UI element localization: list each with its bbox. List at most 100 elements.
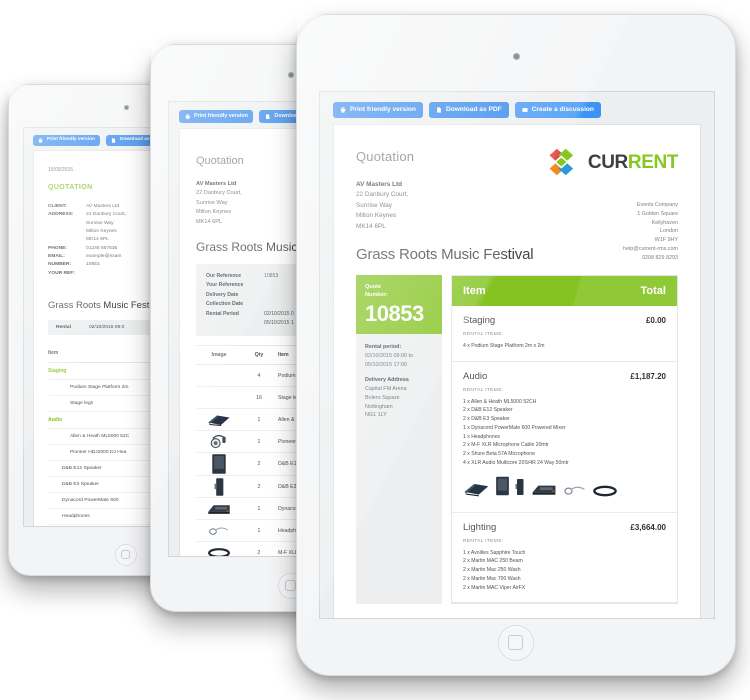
item-thumbnail: [196, 433, 242, 451]
print-friendly-button[interactable]: Print friendly version: [179, 110, 254, 123]
logo-wordmark: CURRENT: [588, 153, 678, 172]
tablet-mockup-scene: Print friendly version Download as PDF 1…: [0, 0, 750, 700]
field-key: [48, 236, 86, 244]
customer-line1: 22 Danbury Court,: [356, 191, 409, 199]
field-key: NUMBER:: [48, 262, 72, 268]
create-discussion-button[interactable]: Create a discussion: [514, 102, 601, 118]
create-discussion-label: Create a discussion: [531, 105, 594, 113]
item-qty: 1: [257, 416, 261, 423]
header-qty: Qty: [254, 352, 264, 359]
company-address: Events Company 1 Golden Square Kellyhave…: [623, 201, 678, 262]
print-friendly-button[interactable]: Print friendly version: [333, 102, 423, 118]
item-qty: 2: [257, 483, 261, 490]
field-key: PHONE:: [48, 245, 68, 251]
group-total: £3,664.00: [630, 522, 666, 532]
item-thumbnail-headphones: [563, 484, 587, 502]
print-friendly-label: Print friendly version: [194, 112, 248, 119]
group-total: £1,187.20: [630, 371, 666, 381]
table-header-row: Item Total: [452, 275, 677, 306]
group-total: £0.00: [645, 315, 666, 325]
item-qty: 1: [257, 438, 261, 445]
list-item: 4 x Podium Stage Platform 2m x 2m: [463, 342, 545, 349]
document-page-main: Quotation CURRENT AV Masters Ltd 22 Danb…: [333, 124, 701, 618]
list-item: 1 x Dynacord PowerMate 600 Powered Mixer: [463, 424, 566, 431]
group-audio: Audio £1,187.20 RENTAL ITEMS: 1 x Allen …: [452, 362, 677, 513]
ref-key: Collection Date: [206, 301, 244, 308]
delivery-address-label: Delivery Address: [365, 377, 409, 384]
field-key: ADDRESS:: [48, 212, 74, 218]
company-phone: 0208 829 8293: [642, 254, 678, 261]
delivery-line2: Bolero Square: [365, 394, 400, 401]
ref-key: Your Reference: [206, 282, 244, 289]
print-friendly-button[interactable]: Print friendly version: [33, 135, 100, 147]
ref-key: [206, 319, 264, 328]
field-key: [48, 228, 86, 236]
field-key: YOUR REF:: [48, 270, 75, 276]
item-qty: 4: [257, 372, 261, 379]
rental-period-from: 02/10/2015 09:00 to: [365, 352, 413, 359]
ref-key: Rental Period: [206, 310, 239, 317]
rental-key: Rental: [56, 324, 71, 330]
list-item: 2 x D&B E12 Speaker: [463, 407, 513, 414]
item-qty: 1: [257, 527, 261, 534]
home-button[interactable]: [498, 625, 534, 661]
item-thumbnail-strip: [463, 475, 666, 502]
ref-value: 02/10/2015 0: [264, 310, 294, 317]
item-thumbnail: [196, 547, 242, 556]
item-thumbnail-xlr-cable: [592, 484, 618, 502]
item-thumbnail: [196, 501, 242, 516]
group-lighting: Lighting £3,664.00 RENTAL ITEMS: 1 x Avo…: [452, 513, 677, 604]
print-friendly-label: Print friendly version: [47, 137, 95, 143]
item-qty: 1: [257, 505, 261, 512]
list-item: 2 x Martin MAC 250 Beam: [463, 558, 523, 565]
toolbar-left: Print friendly version Download as PDF: [33, 135, 166, 147]
delivery-line4: NG1 1LY: [365, 412, 387, 419]
list-item: 2 x D&B E3 Speaker: [463, 416, 510, 423]
list-item: 2 x Martin Mac 700 Wash: [463, 575, 521, 582]
item-thumbnail: [196, 453, 242, 475]
quote-label-line1: Quote: [365, 283, 382, 290]
rental-period-label: Rental period:: [365, 344, 402, 351]
rental-items-label: RENTAL ITEMS:: [463, 331, 504, 337]
download-pdf-button[interactable]: Download as PDF: [428, 102, 509, 118]
item-qty: 16: [256, 394, 262, 401]
quote-sidebar: Quote Number: 10853 Rental period: 02/10…: [356, 274, 442, 605]
quote-number-label: Quote Number:: [365, 283, 433, 299]
logo-word-cur: CUR: [587, 151, 628, 173]
camera-icon: [288, 72, 294, 78]
logo-chevron-icon: [548, 147, 582, 177]
camera-icon: [123, 105, 129, 110]
group-staging: Staging £0.00 RENTAL ITEMS: 4 x Podium S…: [452, 306, 677, 362]
rental-items-list: 4 x Podium Stage Platform 2m x 2m: [463, 342, 666, 351]
quote-number-value: 10853: [365, 301, 424, 327]
rental-items-list: 1 x Avolites Sapphire Touch 2 x Martin M…: [463, 549, 666, 593]
list-item: 1 x Avolites Sapphire Touch: [463, 549, 526, 556]
group-name: Audio: [463, 370, 488, 382]
list-item: 4 x XLR Audio Multicore 20S/4R 24 Way 50…: [463, 459, 569, 466]
company-line5: W1F 9HY: [654, 237, 678, 243]
quote-meta: Rental period: 02/10/2015 09:00 to 05/10…: [356, 334, 442, 429]
item-thumbnail-powered-mixer: [530, 481, 558, 502]
quote-body: Quote Number: 10853 Rental period: 02/10…: [356, 274, 678, 605]
field-key: [48, 220, 86, 228]
company-line2: 1 Golden Square: [637, 210, 678, 217]
quote-number-box: Quote Number: 10853: [356, 274, 442, 335]
home-button[interactable]: [115, 544, 137, 566]
tablet-screen-main: Print friendly version Download as PDF C…: [319, 91, 715, 619]
group-name: Lighting: [463, 521, 497, 533]
list-item: 2 x M-F XLR Microphone Cable 20mtr: [463, 442, 549, 449]
field-key: CLIENT:: [48, 204, 67, 209]
print-friendly-label: Print friendly version: [350, 105, 416, 113]
group-name: Staging: [463, 314, 496, 326]
delivery-line1: Capital FM Arena: [365, 386, 407, 393]
quote-label-line2: Number:: [365, 291, 388, 298]
customer-name: AV Masters Ltd: [356, 181, 403, 188]
ref-key: Delivery Date: [206, 291, 239, 298]
rental-period-to: 05/10/2015 17:00: [365, 361, 407, 368]
ref-value: 05/10/2015 1: [264, 320, 294, 327]
delivery-line3: Nottingham: [365, 403, 393, 410]
list-item: 2 x Martin Mac 250 Wash: [463, 567, 521, 574]
rental-items-label: RENTAL ITEMS:: [463, 387, 504, 393]
item-thumbnail-speaker-e12: [495, 475, 510, 502]
field-key: EMAIL:: [48, 253, 65, 259]
